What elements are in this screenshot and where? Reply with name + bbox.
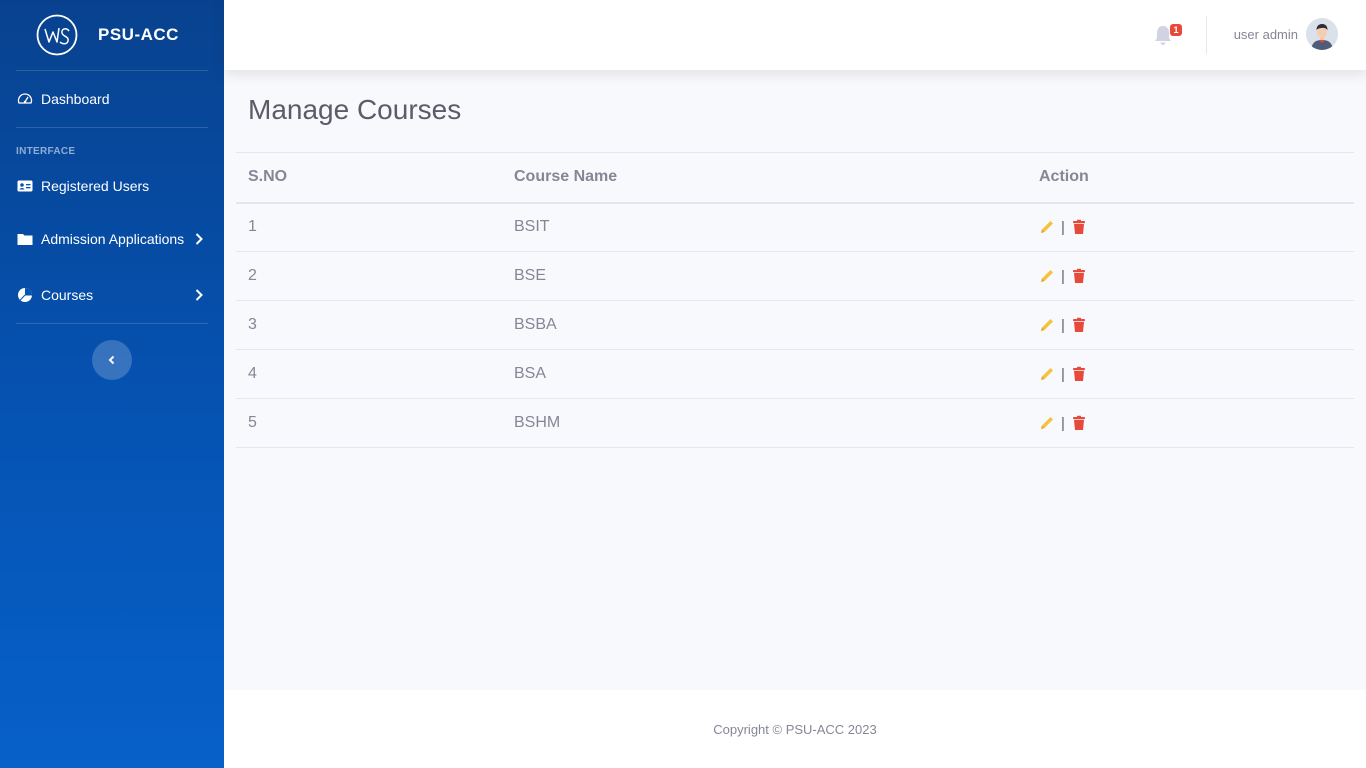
footer: Copyright © PSU-ACC 2023	[224, 690, 1366, 768]
cell-course-name: BSBA	[502, 300, 1027, 350]
sidebar-item-dashboard[interactable]: Dashboard	[0, 71, 224, 127]
brand[interactable]: PSU-ACC	[0, 0, 224, 70]
cell-sno: 5	[236, 398, 502, 448]
trash-icon[interactable]	[1071, 268, 1087, 284]
cell-sno: 4	[236, 349, 502, 399]
page-title: Manage Courses	[248, 94, 462, 125]
copyright-text: Copyright © PSU-ACC 2023	[713, 721, 877, 737]
courses-table: S.NO Course Name Action 1 BSIT | 2 BSE | 3 BSBA…	[236, 152, 1354, 448]
sidebar-item-label: Courses	[41, 287, 94, 303]
cell-actions: |	[1027, 202, 1354, 252]
table-row: 3 BSBA |	[236, 300, 1354, 350]
column-header-action: Action	[1027, 152, 1354, 204]
trash-icon[interactable]	[1071, 317, 1087, 333]
table-row: 4 BSA |	[236, 349, 1354, 399]
edit-icon[interactable]	[1039, 219, 1055, 235]
table-row: 2 BSE |	[236, 251, 1354, 301]
brand-name: PSU-ACC	[98, 25, 179, 44]
sidebar: PSU-ACC Dashboard INTERFACE Registered U…	[0, 0, 224, 768]
cell-course-name: BSA	[502, 349, 1027, 399]
user-menu[interactable]: user admin	[1234, 18, 1338, 50]
column-header-sno: S.NO	[236, 152, 502, 204]
topbar-divider	[1206, 16, 1207, 54]
main-content: Manage Courses S.NO Course Name Action 1…	[224, 70, 1366, 690]
action-separator: |	[1061, 316, 1065, 334]
cell-sno: 1	[236, 202, 502, 252]
sidebar-item-courses[interactable]: Courses	[0, 267, 224, 323]
table-row: 5 BSHM |	[236, 398, 1354, 448]
sidebar-item-registered-users[interactable]: Registered Users	[0, 161, 224, 211]
cell-actions: |	[1027, 398, 1354, 448]
tachometer-icon	[16, 91, 33, 108]
id-card-icon	[16, 178, 33, 195]
sidebar-item-label: Registered Users	[41, 178, 150, 194]
sidebar-toggle-button[interactable]	[92, 340, 132, 380]
sidebar-item-label: Admission Applications	[41, 231, 185, 247]
edit-icon[interactable]	[1039, 366, 1055, 382]
chevron-right-icon	[195, 289, 203, 301]
sidebar-item-admission-applications[interactable]: Admission Applications	[0, 211, 224, 267]
edit-icon[interactable]	[1039, 268, 1055, 284]
sidebar-heading: INTERFACE	[16, 146, 76, 157]
avatar	[1306, 18, 1338, 50]
action-separator: |	[1061, 414, 1065, 432]
action-separator: |	[1061, 218, 1065, 236]
brand-logo	[36, 14, 78, 56]
chevron-right-icon	[195, 233, 203, 245]
notification-badge: 1	[1170, 24, 1182, 36]
topbar: 1 user admin	[224, 0, 1366, 70]
pie-chart-icon	[16, 287, 33, 304]
cell-actions: |	[1027, 300, 1354, 350]
user-name: user admin	[1233, 26, 1298, 42]
edit-icon[interactable]	[1039, 415, 1055, 431]
cell-course-name: BSIT	[502, 202, 1027, 252]
action-separator: |	[1061, 365, 1065, 383]
column-header-course-name: Course Name	[502, 152, 1027, 204]
cell-sno: 2	[236, 251, 502, 301]
cell-sno: 3	[236, 300, 502, 350]
action-separator: |	[1061, 267, 1065, 285]
trash-icon[interactable]	[1071, 219, 1087, 235]
trash-icon[interactable]	[1071, 415, 1087, 431]
cell-course-name: BSE	[502, 251, 1027, 301]
sidebar-item-label: Dashboard	[41, 91, 110, 107]
sidebar-divider	[16, 323, 208, 324]
cell-actions: |	[1027, 349, 1354, 399]
folder-icon	[16, 231, 33, 248]
table-row: 1 BSIT |	[236, 202, 1354, 252]
cell-course-name: BSHM	[502, 398, 1027, 448]
trash-icon[interactable]	[1071, 366, 1087, 382]
table-header-row: S.NO Course Name Action	[236, 152, 1354, 204]
edit-icon[interactable]	[1039, 317, 1055, 333]
chevron-left-icon	[108, 355, 115, 365]
cell-actions: |	[1027, 251, 1354, 301]
